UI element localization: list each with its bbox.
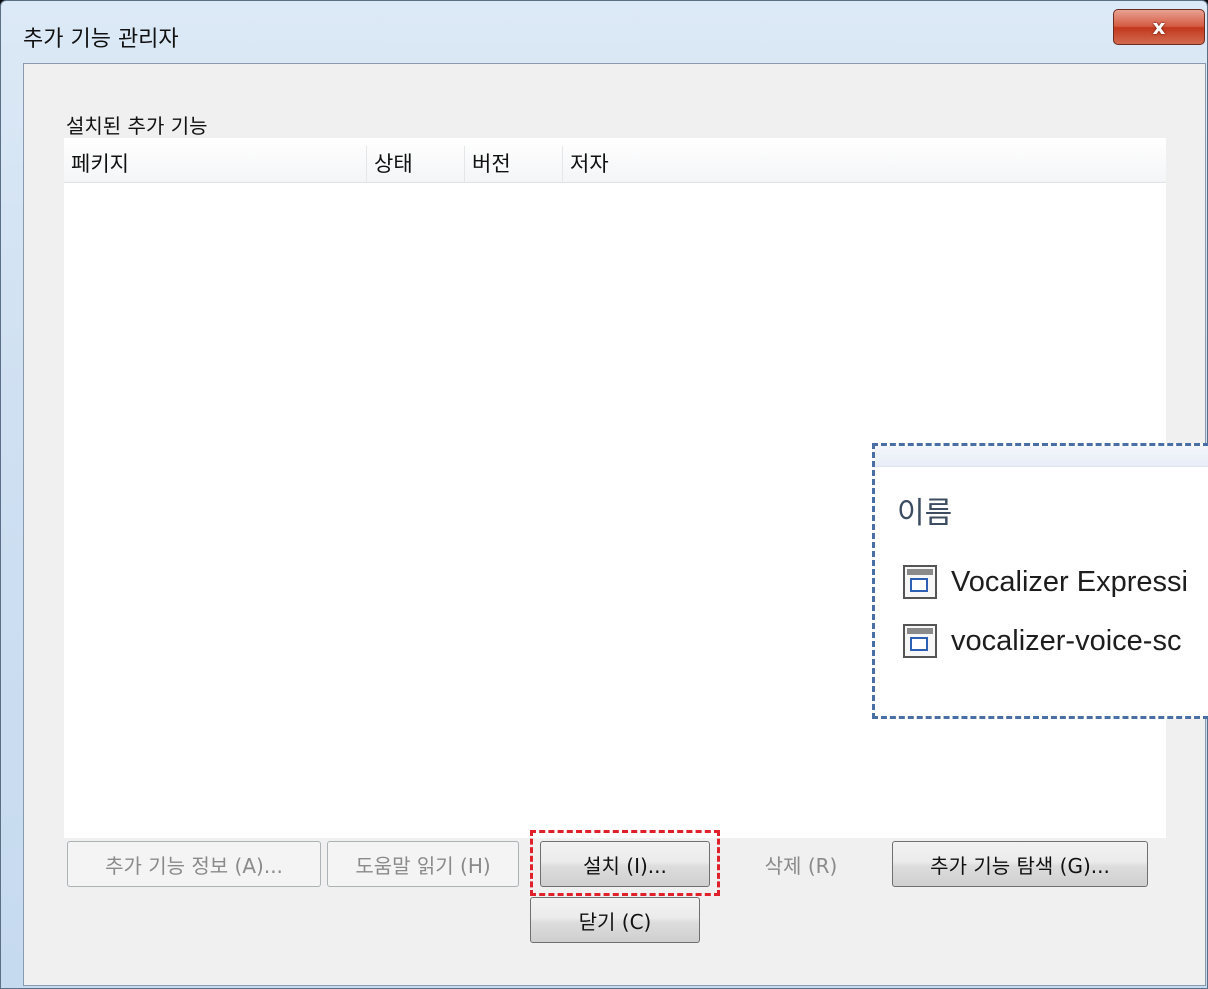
column-header-status[interactable]: 상태 (366, 146, 464, 182)
installed-addons-label: 설치된 추가 기능 (66, 114, 208, 138)
file-explorer-callout: 이름 Vocalizer Expressi vocalizer-voice-sc (872, 443, 1208, 719)
list-header: 페키지 상태 버전 저자 (64, 138, 1166, 183)
close-dialog-button[interactable]: 닫기 (C) (530, 897, 700, 943)
file-item-vocalizer-expressive[interactable]: Vocalizer Expressi (903, 562, 1188, 602)
file-item-vocalizer-voice[interactable]: vocalizer-voice-sc (903, 621, 1181, 661)
column-header-author[interactable]: 저자 (562, 146, 770, 182)
close-window-button[interactable]: x (1113, 9, 1205, 45)
file-name: vocalizer-voice-sc (951, 624, 1182, 657)
column-header-package[interactable]: 페키지 (64, 146, 361, 182)
read-help-button[interactable]: 도움말 읽기 (H) (327, 841, 519, 887)
installer-file-icon (903, 565, 937, 599)
remove-button[interactable]: 삭제 (R) (716, 841, 886, 887)
addon-info-button[interactable]: 추가 기능 정보 (A)... (67, 841, 321, 887)
install-button-highlight (530, 830, 720, 896)
addon-manager-window: 추가 기능 관리자 x 설치된 추가 기능 페키지 상태 버전 저자 추가 기능… (0, 0, 1208, 989)
callout-toolbar-strip (875, 446, 1208, 467)
explore-addons-button[interactable]: 추가 기능 탐색 (G)... (892, 841, 1148, 887)
column-header-version[interactable]: 버전 (464, 146, 562, 182)
window-title: 추가 기능 관리자 (23, 27, 179, 52)
title-bar: 추가 기능 관리자 x (1, 1, 1207, 63)
installer-file-icon (903, 624, 937, 658)
name-column-header[interactable]: 이름 (897, 488, 952, 532)
file-name: Vocalizer Expressi (951, 565, 1188, 598)
close-icon: x (1152, 15, 1166, 39)
